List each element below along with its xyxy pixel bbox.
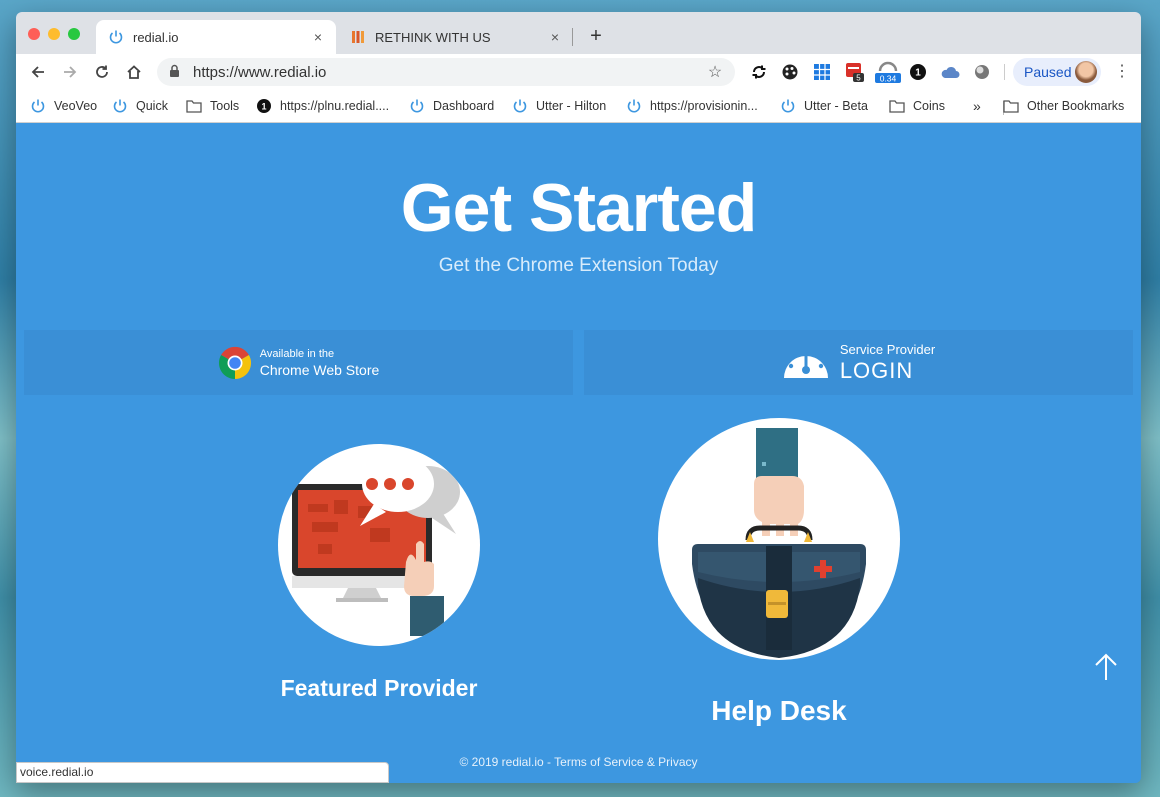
- avatar: [1075, 61, 1097, 83]
- page-subtitle: Get the Chrome Extension Today: [438, 255, 719, 276]
- close-window-button[interactable]: [28, 28, 40, 40]
- onepassword-badge: 1: [915, 68, 921, 79]
- help-desk-label[interactable]: Help Desk: [628, 695, 930, 727]
- bookmark-label: VeoVeo: [54, 99, 98, 113]
- redial-power-icon: [780, 98, 796, 114]
- tab-title: redial.io: [133, 29, 179, 45]
- bookmark-label: Coins: [913, 99, 945, 113]
- featured-provider-illustration[interactable]: [278, 444, 480, 646]
- redial-power-icon: [626, 98, 642, 114]
- lock-icon: [169, 64, 181, 81]
- profile-button[interactable]: Paused: [1013, 58, 1101, 86]
- gauge-icon: [782, 344, 830, 382]
- minimize-window-button[interactable]: [48, 28, 60, 40]
- tab-close-button[interactable]: ×: [547, 29, 563, 45]
- chrome-web-store-button[interactable]: Available in the Chrome Web Store: [24, 330, 573, 395]
- bookmark-veoveo[interactable]: VeoVeo: [30, 95, 97, 117]
- onepassword-extension-icon[interactable]: 1: [908, 62, 928, 82]
- forward-icon[interactable]: [58, 60, 82, 84]
- bookmark-plnu[interactable]: 1 https://plnu.redial....: [256, 95, 389, 117]
- bookmark-label: Other Bookmarks: [1027, 99, 1125, 113]
- speed-extension-icon[interactable]: 0.34: [875, 61, 901, 84]
- redial-power-icon: [112, 98, 128, 114]
- bookmark-tools-folder[interactable]: Tools: [186, 95, 239, 117]
- bookmark-coins-folder[interactable]: Coins: [889, 95, 945, 117]
- calendar-extension-icon[interactable]: 5: [845, 62, 865, 82]
- rethink-logo-icon: [350, 29, 366, 45]
- folder-icon: [186, 98, 202, 114]
- bookmark-label: Quick: [136, 99, 168, 113]
- store-button-label: Chrome Web Store: [259, 361, 380, 378]
- tab-strip: redial.io × RETHINK WITH US × +: [16, 12, 1141, 54]
- help-desk-illustration[interactable]: [658, 418, 900, 660]
- grid-extension-icon[interactable]: [812, 62, 832, 82]
- onepassword-icon: 1: [256, 98, 272, 114]
- tab-divider: [572, 28, 573, 46]
- redial-power-icon: [512, 98, 528, 114]
- back-icon[interactable]: [26, 60, 50, 84]
- browser-window: redial.io × RETHINK WITH US × + https://…: [16, 12, 1141, 783]
- maximize-window-button[interactable]: [68, 28, 80, 40]
- more-menu-icon[interactable]: ⋮: [1112, 62, 1132, 82]
- chrome-logo-icon: [218, 346, 252, 380]
- folder-icon: [1003, 98, 1019, 114]
- browser-toolbar: https://www.redial.io ☆ 5 0.34 1 Paused: [16, 54, 1141, 90]
- store-button-caption: Available in the: [259, 347, 335, 360]
- bookmark-label: Utter - Beta: [804, 99, 868, 113]
- speed-badge: 0.34: [880, 74, 897, 84]
- sync-extension-icon[interactable]: [749, 62, 769, 82]
- bookmarks-bar: VeoVeo Quick Tools 1 https://plnu.redial…: [16, 90, 1141, 123]
- bookmark-utter-hilton[interactable]: Utter - Hilton: [512, 95, 606, 117]
- bookmark-label: Dashboard: [433, 99, 495, 113]
- palette-extension-icon[interactable]: [780, 62, 800, 82]
- bookmark-dashboard[interactable]: Dashboard: [409, 95, 494, 117]
- home-icon[interactable]: [122, 60, 146, 84]
- featured-provider-label[interactable]: Featured Provider: [228, 675, 530, 702]
- redial-power-icon: [108, 29, 124, 45]
- redial-power-icon: [409, 98, 425, 114]
- status-bar-url: voice.redial.io: [16, 762, 389, 783]
- bookmark-label: https://provisionin...: [650, 99, 758, 113]
- bookmark-quick[interactable]: Quick: [112, 95, 168, 117]
- reload-icon[interactable]: [90, 60, 114, 84]
- tab-redial[interactable]: redial.io ×: [96, 20, 336, 54]
- bookmark-label: Utter - Hilton: [536, 99, 607, 113]
- scroll-to-top-icon[interactable]: [1093, 652, 1119, 682]
- page-content: Get Started Get the Chrome Extension Tod…: [16, 123, 1141, 783]
- svg-text:1: 1: [261, 102, 266, 112]
- bookmark-label: Tools: [210, 99, 240, 113]
- disc-extension-icon[interactable]: [972, 62, 992, 82]
- address-bar[interactable]: https://www.redial.io ☆: [157, 58, 735, 86]
- page-title: Get Started: [400, 170, 758, 246]
- toolbar-divider: [1004, 64, 1005, 80]
- folder-icon: [889, 98, 905, 114]
- bookmarks-overflow-button[interactable]: »: [973, 95, 981, 117]
- tab-close-button[interactable]: ×: [310, 29, 326, 45]
- bookmark-label: https://plnu.redial....: [280, 99, 390, 113]
- tab-title: RETHINK WITH US: [375, 29, 491, 45]
- login-button-caption: Service Provider: [839, 341, 936, 357]
- bookmark-provisioning[interactable]: https://provisionin...: [626, 95, 758, 117]
- calendar-badge: 5: [856, 74, 861, 83]
- profile-status: Paused: [1024, 64, 1072, 80]
- tab-rethink[interactable]: RETHINK WITH US ×: [338, 20, 573, 54]
- other-bookmarks-folder[interactable]: Other Bookmarks: [1003, 95, 1124, 117]
- new-tab-button[interactable]: +: [584, 24, 608, 48]
- redial-power-icon: [30, 98, 46, 114]
- service-provider-login-button[interactable]: Service Provider LOGIN: [584, 330, 1133, 395]
- bookmark-utter-beta[interactable]: Utter - Beta: [780, 95, 868, 117]
- bookmark-star-icon[interactable]: ☆: [703, 62, 727, 82]
- login-button-label: LOGIN: [839, 357, 914, 383]
- address-url: https://www.redial.io: [193, 63, 327, 81]
- cloud-extension-icon[interactable]: [940, 62, 960, 82]
